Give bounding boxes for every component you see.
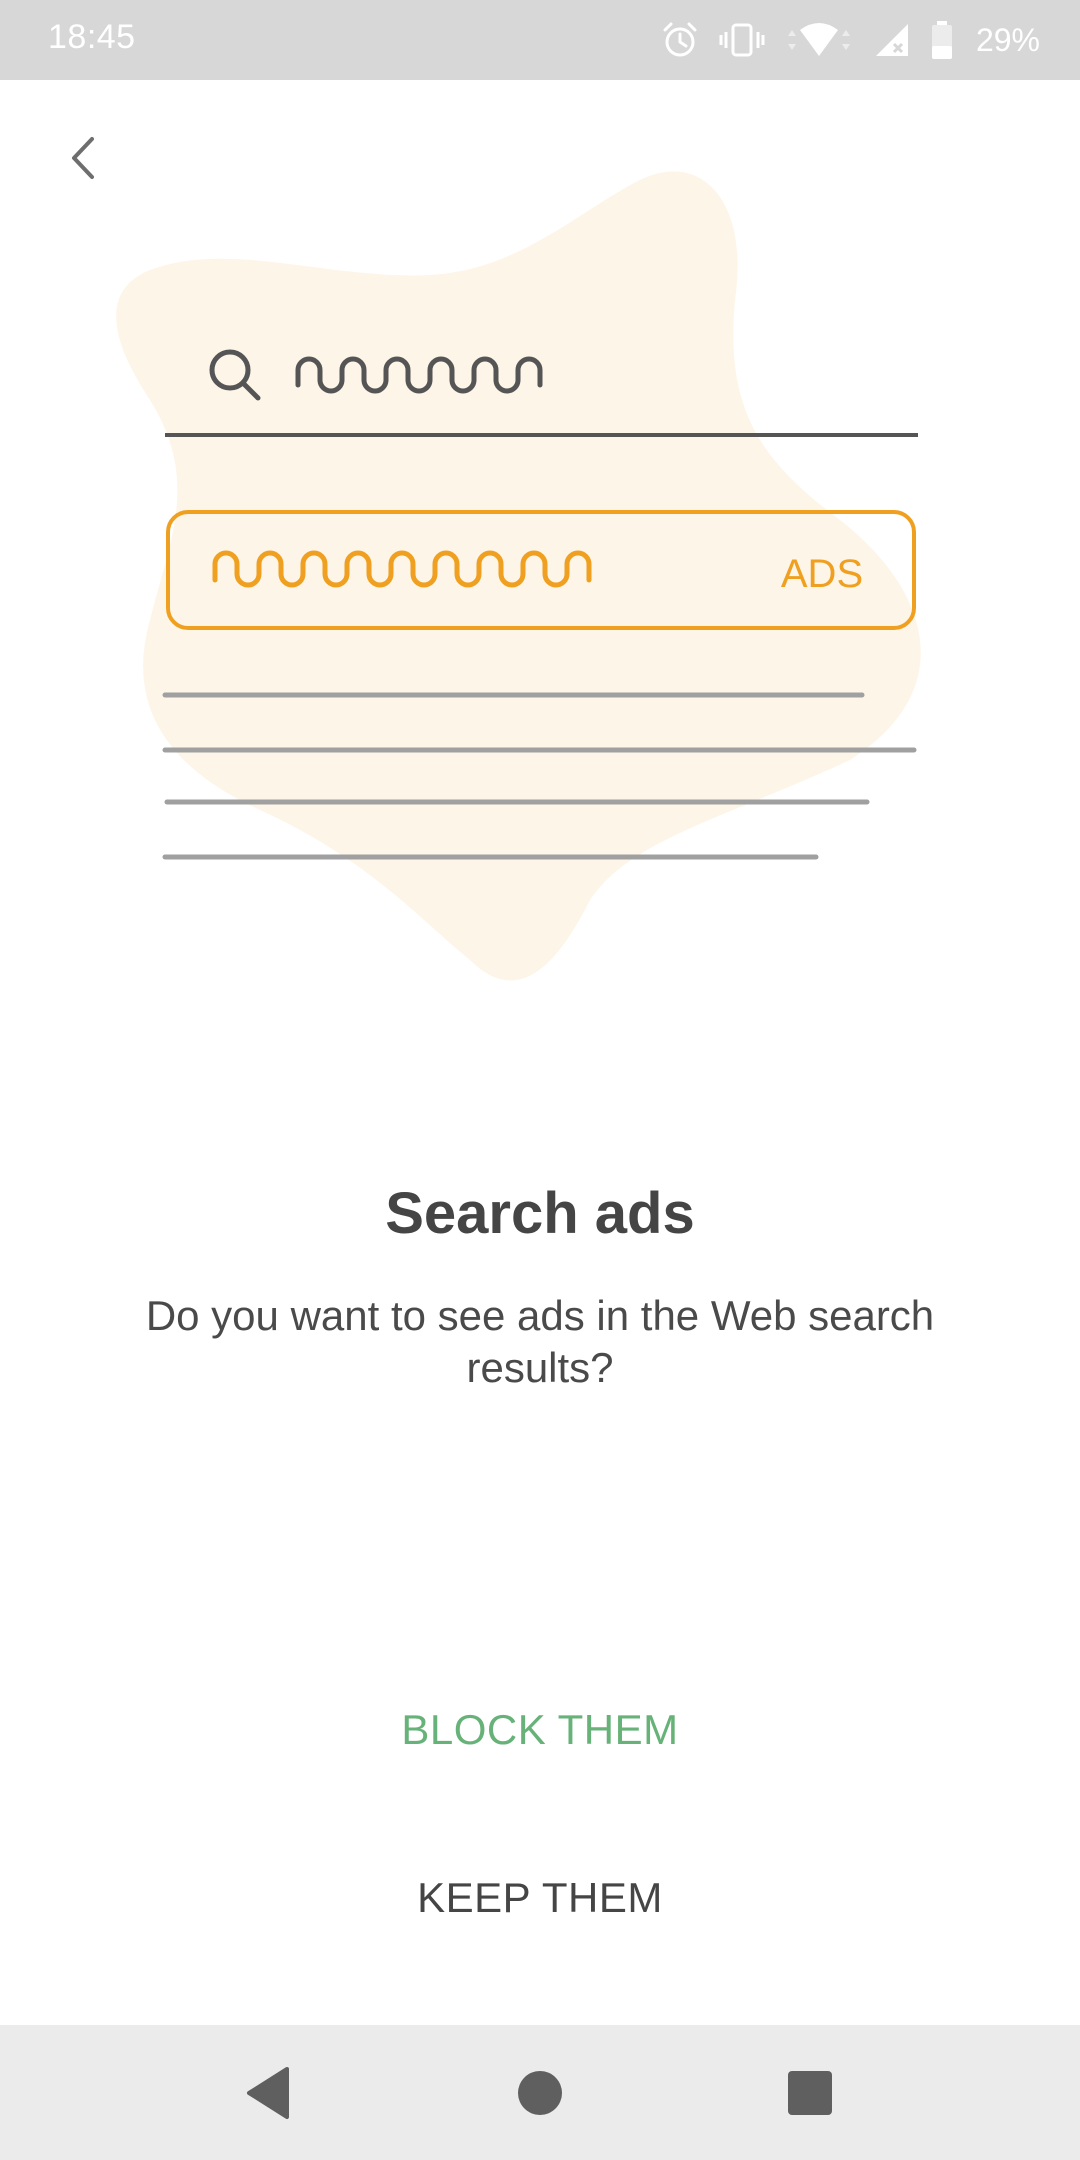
nav-recents-button[interactable]: [770, 2055, 850, 2135]
nav-home-button[interactable]: [500, 2055, 580, 2135]
page-subtitle: Do you want to see ads in the Web search…: [145, 1292, 935, 1391]
battery-percent: 29%: [975, 21, 1040, 58]
ads-label: ADS: [781, 552, 863, 596]
wifi-icon: [784, 20, 854, 60]
nav-back-button[interactable]: [228, 2055, 308, 2135]
system-nav-bar: [0, 2025, 1080, 2160]
nav-home-icon: [515, 2068, 565, 2123]
alarm-icon: [660, 20, 700, 60]
block-them-button[interactable]: BLOCK THEM: [240, 1680, 840, 1780]
nav-back-icon: [243, 2065, 293, 2126]
battery-icon: [930, 20, 954, 60]
vibrate-icon: [718, 20, 766, 60]
status-icons: 29%: [660, 16, 1040, 64]
onboarding-screen: 18:45 29% ADS Search ads Do you want to …: [0, 0, 1080, 2160]
signal-icon: [872, 20, 912, 60]
nav-recents-icon: [785, 2068, 835, 2123]
status-time: 18:45: [48, 18, 136, 56]
keep-them-button[interactable]: KEEP THEM: [240, 1848, 840, 1948]
status-bar: 18:45 29%: [0, 0, 1080, 80]
search-ads-illustration: ADS: [0, 80, 1080, 1040]
page-title: Search ads: [385, 1181, 695, 1246]
